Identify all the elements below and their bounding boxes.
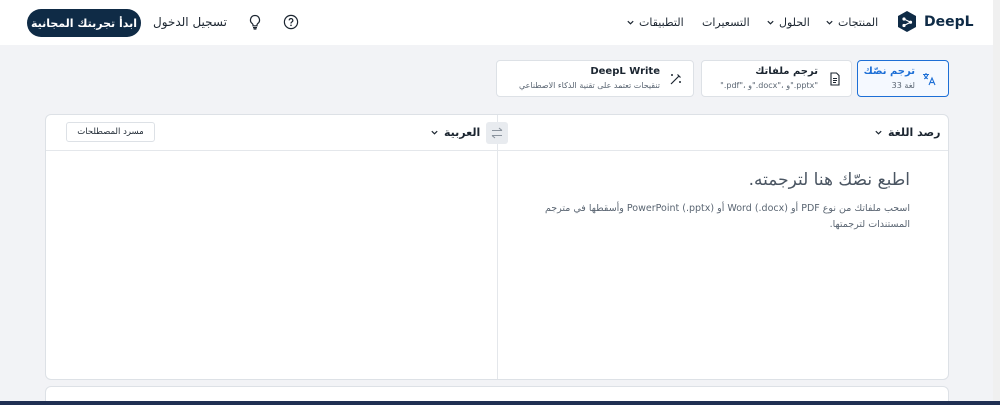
mode-translate-text[interactable]: ترجم نصّك 33 لغة (857, 60, 949, 97)
source-language-label: رصد اللغة (888, 126, 941, 139)
mode-text-title: ترجم نصّك (863, 66, 915, 77)
logo-text: DeepL (924, 14, 974, 30)
source-text-hint: اسحب ملفاتك من نوع PDF أو Word (.docx) أ… (544, 203, 910, 230)
nav-products[interactable]: المنتجات (825, 16, 878, 29)
nav-products-label: المنتجات (838, 16, 879, 29)
mode-translate-files[interactable]: ترجم ملفاتك ".pdf"، و".docx"، و".pptx" (701, 60, 852, 97)
nav-solutions[interactable]: الحلول (766, 16, 810, 29)
login-link[interactable]: تسجيل الدخول (153, 15, 227, 29)
mode-write-subtitle: تنقيحات تعتمد على تقنية الذكاء الاصطناعي (518, 81, 660, 90)
deepl-logo-icon (898, 11, 916, 32)
chevron-down-icon (767, 20, 774, 25)
mode-files-subtitle: ".pdf"، و".docx"، و".pptx" (720, 81, 818, 90)
deepl-logo[interactable]: DeepL (896, 10, 974, 34)
mode-write-title: DeepL Write (590, 66, 660, 77)
help-circle-icon[interactable] (283, 14, 299, 30)
nav-apps-label: التطبيقات (639, 16, 684, 29)
nav-solutions-label: الحلول (779, 16, 810, 29)
mode-deepl-write[interactable]: DeepL Write تنقيحات تعتمد على تقنية الذك… (496, 60, 694, 97)
nav-pricing-label: التسعيرات (702, 16, 750, 29)
mode-text-subtitle: 33 لغة (891, 81, 915, 90)
file-icon (830, 72, 840, 86)
bottom-bar (0, 401, 1000, 405)
start-free-trial-button[interactable]: ابدأ تجربتك المجانية (27, 9, 141, 37)
target-language-label: العربية (444, 126, 481, 139)
nav-pricing[interactable]: التسعيرات (702, 16, 750, 29)
page-scrollbar[interactable] (993, 0, 1000, 401)
glossary-button[interactable]: مسرد المصطلحات (66, 122, 155, 142)
swap-languages-button[interactable] (486, 122, 508, 144)
swap-icon (491, 127, 503, 139)
nav-apps[interactable]: التطبيقات (626, 16, 684, 29)
source-language-selector[interactable]: رصد اللغة (874, 126, 940, 139)
top-navigation-bar: ابدأ تجربتك المجانية تسجيل الدخول التطبي… (0, 0, 1000, 45)
mode-files-title: ترجم ملفاتك (755, 66, 818, 77)
translate-icon (923, 73, 936, 86)
translator-panel: رصد اللغة العربية مسرد المصطلحات اطبع نص… (45, 114, 949, 380)
chevron-down-icon (875, 130, 882, 135)
chevron-down-icon (826, 20, 833, 25)
magic-wand-icon (670, 74, 681, 85)
source-text-placeholder[interactable]: اطبع نصّك هنا لترجمته. (749, 170, 910, 190)
target-language-selector[interactable]: العربية (430, 126, 480, 139)
lightbulb-icon[interactable] (247, 14, 263, 30)
panel-divider (497, 115, 498, 379)
chevron-down-icon (627, 20, 634, 25)
chevron-down-icon (431, 130, 438, 135)
